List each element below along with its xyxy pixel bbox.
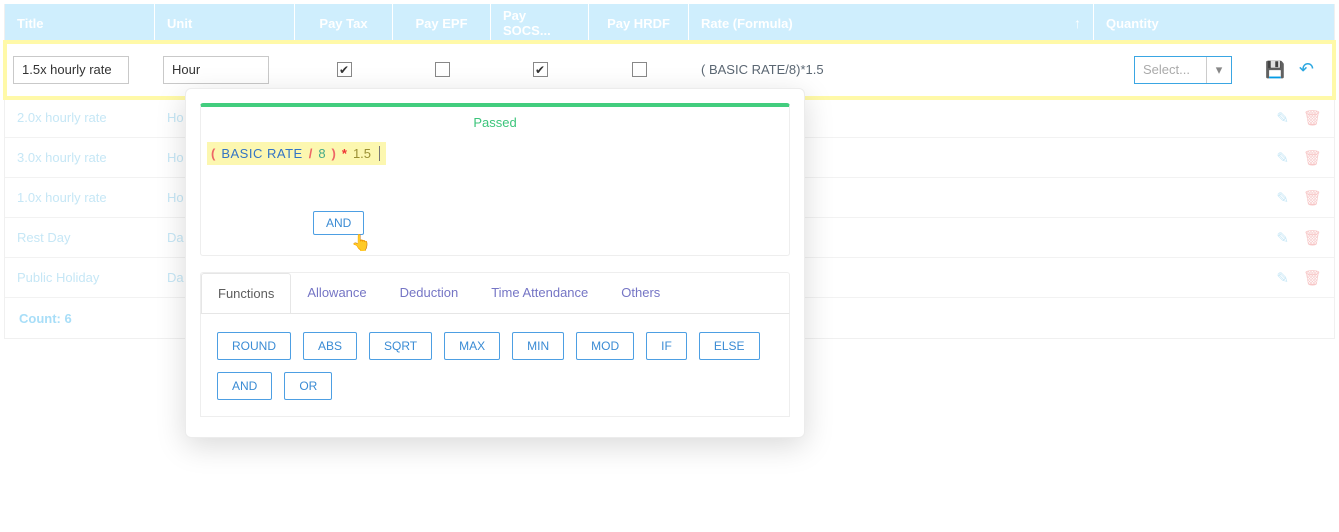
col-pay-hrdf[interactable]: Pay HRDF bbox=[589, 4, 689, 42]
tab-others[interactable]: Others bbox=[605, 273, 677, 313]
row-title: 1.0x hourly rate bbox=[5, 190, 155, 205]
pay-epf-checkbox[interactable] bbox=[435, 62, 450, 77]
tab-time[interactable]: Time Attendance bbox=[475, 273, 605, 313]
delete-icon[interactable]: 🗑 bbox=[1303, 269, 1322, 287]
row-title: Rest Day bbox=[5, 230, 155, 245]
edit-icon[interactable]: ✎ bbox=[1276, 229, 1289, 247]
delete-icon[interactable]: 🗑 bbox=[1303, 189, 1322, 207]
title-input[interactable] bbox=[13, 56, 129, 84]
fn-round[interactable]: ROUND bbox=[217, 332, 291, 360]
fn-sqrt[interactable]: SQRT bbox=[369, 332, 432, 360]
token-number: 8 bbox=[318, 146, 325, 161]
fn-and[interactable]: AND bbox=[217, 372, 272, 400]
token-slash: / bbox=[309, 146, 313, 161]
delete-icon[interactable]: 🗑 bbox=[1303, 109, 1322, 127]
row-title: 3.0x hourly rate bbox=[5, 150, 155, 165]
pay-hrdf-checkbox[interactable] bbox=[632, 62, 647, 77]
edit-icon[interactable]: ✎ bbox=[1276, 109, 1289, 127]
row-title: 2.0x hourly rate bbox=[5, 110, 155, 125]
fn-min[interactable]: MIN bbox=[512, 332, 564, 360]
formula-editor[interactable]: Passed ( BASIC RATE / 8 ) * 1.5 AND 👆 bbox=[200, 103, 790, 256]
pay-socso-checkbox[interactable] bbox=[533, 62, 548, 77]
tab-deduction[interactable]: Deduction bbox=[384, 273, 476, 313]
col-unit[interactable]: Unit bbox=[155, 4, 295, 42]
pay-tax-checkbox[interactable] bbox=[337, 62, 352, 77]
col-pay-socso[interactable]: Pay SOCS... bbox=[491, 4, 589, 42]
quantity-select[interactable]: Select... ▾ bbox=[1134, 56, 1232, 84]
fn-max[interactable]: MAX bbox=[444, 332, 500, 360]
col-quantity[interactable]: Quantity bbox=[1094, 4, 1334, 42]
col-rate-formula-label: Rate (Formula) bbox=[701, 16, 793, 31]
fn-or[interactable]: OR bbox=[284, 372, 332, 400]
edit-icon[interactable]: ✎ bbox=[1276, 269, 1289, 287]
col-rate-formula[interactable]: Rate (Formula) ↑ bbox=[689, 4, 1094, 42]
function-tabs: Functions Allowance Deduction Time Atten… bbox=[200, 272, 790, 314]
token-identifier: BASIC RATE bbox=[221, 146, 302, 161]
text-caret bbox=[379, 146, 380, 161]
token-mult: 1.5 bbox=[353, 146, 371, 161]
fn-mod[interactable]: MOD bbox=[576, 332, 634, 360]
save-icon[interactable]: 💾 bbox=[1265, 60, 1285, 80]
and-suggestion-button[interactable]: AND bbox=[313, 211, 364, 235]
fn-else[interactable]: ELSE bbox=[699, 332, 760, 360]
cursor-hand-icon: 👆 bbox=[351, 233, 371, 253]
sort-asc-icon[interactable]: ↑ bbox=[1074, 15, 1081, 31]
fn-abs[interactable]: ABS bbox=[303, 332, 357, 360]
col-title[interactable]: Title bbox=[5, 4, 155, 42]
formula-popover: Passed ( BASIC RATE / 8 ) * 1.5 AND 👆 Fu… bbox=[185, 88, 805, 438]
tab-allowance[interactable]: Allowance bbox=[291, 273, 383, 313]
function-buttons: ROUND ABS SQRT MAX MIN MOD IF ELSE AND O… bbox=[200, 314, 790, 417]
unit-input[interactable] bbox=[163, 56, 269, 84]
edit-icon[interactable]: ✎ bbox=[1276, 189, 1289, 207]
row-title: Public Holiday bbox=[5, 270, 155, 285]
token-star: * bbox=[342, 146, 347, 161]
validation-status: Passed bbox=[201, 107, 789, 142]
chevron-down-icon[interactable]: ▾ bbox=[1207, 57, 1231, 83]
fn-if[interactable]: IF bbox=[646, 332, 687, 360]
grid-header: Title Unit Pay Tax Pay EPF Pay SOCS... P… bbox=[5, 4, 1334, 42]
undo-icon[interactable]: ↶ bbox=[1299, 59, 1314, 80]
token-rparen: ) bbox=[332, 146, 336, 161]
formula-token-line[interactable]: ( BASIC RATE / 8 ) * 1.5 bbox=[207, 142, 386, 165]
col-pay-tax[interactable]: Pay Tax bbox=[295, 4, 393, 42]
tab-functions[interactable]: Functions bbox=[201, 273, 291, 314]
formula-display[interactable]: ( BASIC RATE/8)*1.5 bbox=[701, 62, 824, 77]
delete-icon[interactable]: 🗑 bbox=[1303, 229, 1322, 247]
col-pay-epf[interactable]: Pay EPF bbox=[393, 4, 491, 42]
token-lparen: ( bbox=[211, 146, 215, 161]
delete-icon[interactable]: 🗑 bbox=[1303, 149, 1322, 167]
edit-icon[interactable]: ✎ bbox=[1276, 149, 1289, 167]
quantity-placeholder: Select... bbox=[1135, 57, 1207, 83]
